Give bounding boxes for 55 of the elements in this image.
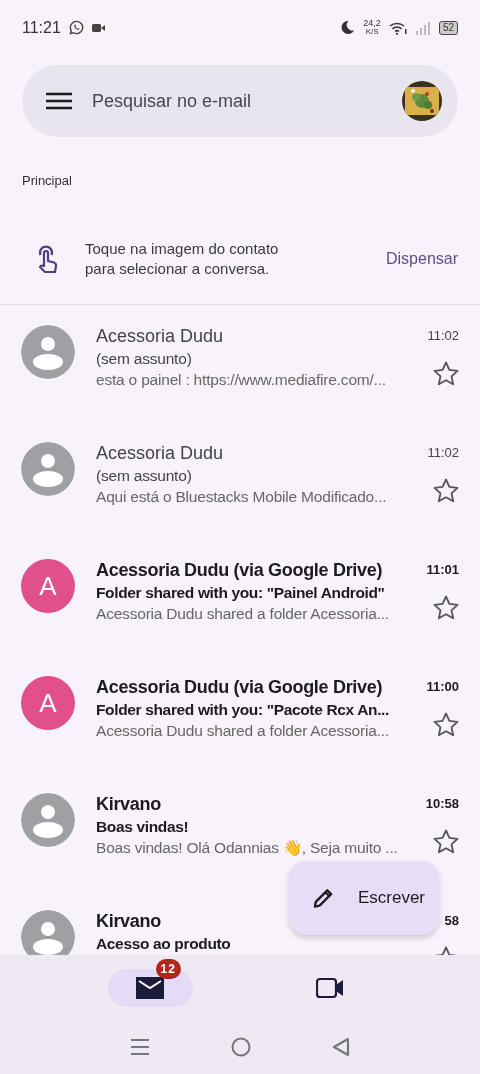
subject: (sem assunto) xyxy=(96,467,193,485)
time: 58 xyxy=(444,913,459,928)
avatar[interactable] xyxy=(21,442,75,496)
back-icon[interactable] xyxy=(331,1037,350,1057)
sender: Acessoria Dudu xyxy=(96,326,225,347)
snippet: esta o painel : https://www.mediafire.com/... xyxy=(96,371,387,389)
snippet: Aqui está o Bluestacks Mobile Modificado... xyxy=(96,488,388,506)
time: 11:00 xyxy=(426,679,459,694)
snippet: Boas vindas! Olá Odannias 👋, Seja muito ... xyxy=(96,839,398,857)
time: 11:01 xyxy=(426,562,459,577)
subject: Folder shared with you: "Pacote Rcx An... xyxy=(96,701,390,719)
clock: 11:21 xyxy=(22,18,61,37)
subject: Folder shared with you: "Painel Android" xyxy=(96,584,386,602)
speed-unit: K/S xyxy=(365,28,379,36)
star-icon[interactable] xyxy=(433,829,459,854)
sender: Acessoria Dudu (via Google Drive) xyxy=(96,560,384,581)
avatar[interactable] xyxy=(21,325,75,379)
video-camera-icon xyxy=(316,976,344,999)
star-icon[interactable] xyxy=(433,361,459,386)
avatar[interactable]: A xyxy=(21,676,75,730)
star-icon[interactable] xyxy=(433,595,459,620)
sender: Acessoria Dudu xyxy=(96,443,225,464)
network-speed: 24,2 xyxy=(363,19,381,28)
compose-button[interactable]: Escrever xyxy=(289,861,439,935)
avatar[interactable]: A xyxy=(21,559,75,613)
subject: (sem assunto) xyxy=(96,350,193,368)
unread-count-badge: 12 xyxy=(155,958,181,979)
dismiss-button[interactable]: Dispensar xyxy=(385,242,458,276)
avatar[interactable] xyxy=(21,793,75,847)
time: 11:02 xyxy=(427,445,459,460)
star-icon[interactable] xyxy=(433,478,459,503)
mail-icon xyxy=(136,976,164,999)
time: 10:58 xyxy=(425,796,459,811)
sender: Kirvano xyxy=(96,794,162,815)
menu-icon[interactable] xyxy=(46,92,72,110)
video-camera-icon xyxy=(91,22,105,33)
search-field[interactable]: Pesquisar no e-mail xyxy=(92,90,382,112)
subject: Acesso ao produto xyxy=(96,935,232,953)
sender: Kirvano xyxy=(96,911,162,932)
star-icon[interactable] xyxy=(433,712,459,737)
time: 11:02 xyxy=(427,328,459,343)
chat-icon xyxy=(68,20,84,35)
sender: Acessoria Dudu (via Google Drive) xyxy=(96,677,384,698)
touch-icon xyxy=(36,244,60,274)
moon-icon xyxy=(340,20,356,35)
home-icon[interactable] xyxy=(231,1037,251,1057)
section-label: Principal xyxy=(22,173,72,188)
snippet: Acessoria Dudu shared a folder Acessoria... xyxy=(96,605,390,623)
recents-icon[interactable] xyxy=(130,1038,151,1056)
battery-level: 52 xyxy=(438,20,458,35)
tip-text: Toque na imagem do contato para selecionar a conversa. xyxy=(85,239,280,279)
subject: Boas vindas! xyxy=(96,818,190,836)
snippet: Acessoria Dudu shared a folder Acessoria... xyxy=(96,722,390,740)
signal-icon xyxy=(414,20,431,35)
wifi-icon xyxy=(388,20,407,35)
